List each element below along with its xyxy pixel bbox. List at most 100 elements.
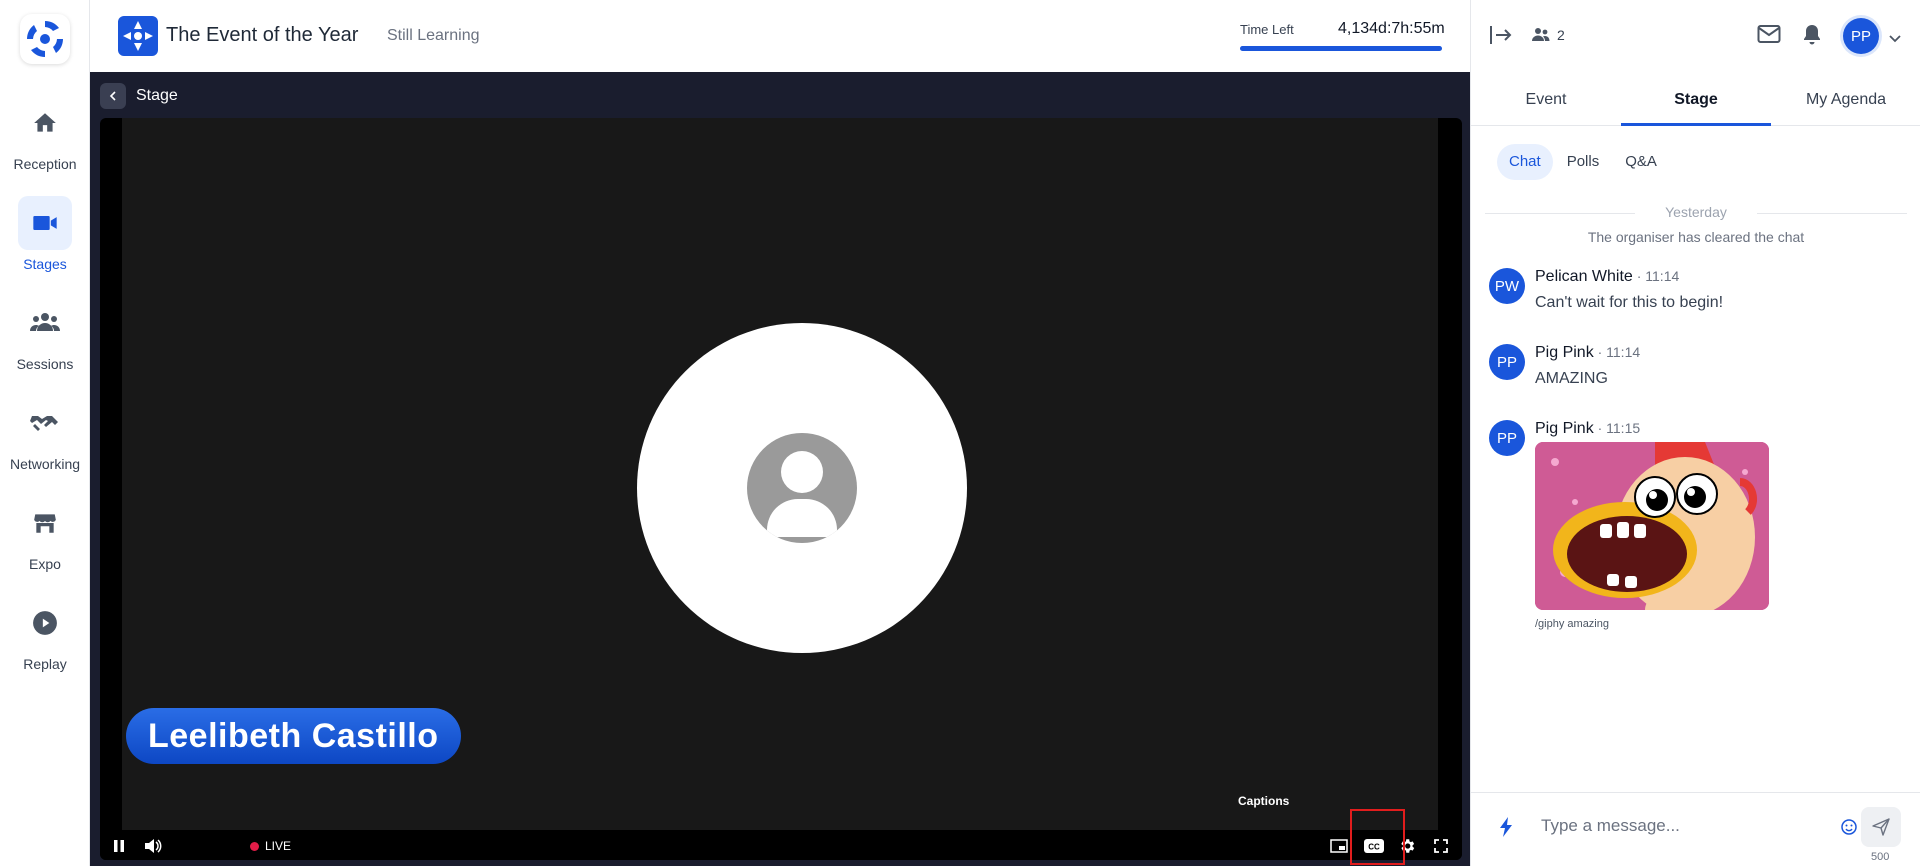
message-author[interactable]: Pig Pink	[1535, 420, 1594, 437]
volume-button[interactable]	[142, 835, 164, 857]
fullscreen-button[interactable]	[1430, 835, 1452, 857]
nav-label: Expo	[29, 556, 61, 572]
message-header: Pig Pink · 11:14	[1535, 344, 1640, 362]
message-input[interactable]	[1541, 811, 1841, 841]
picture-in-picture-button[interactable]	[1328, 835, 1350, 857]
right-panel: 2 PP Event Stage My Agenda Chat Polls Q&…	[1470, 0, 1920, 866]
system-message: The organiser has cleared the chat	[1587, 229, 1805, 245]
gif-image[interactable]	[1535, 442, 1769, 610]
time-left-progress-fill	[1240, 46, 1442, 51]
handshake-icon	[30, 416, 58, 431]
gif-caption: /giphy amazing	[1535, 618, 1609, 630]
logo-icon	[27, 21, 63, 57]
account-menu-button[interactable]	[1889, 30, 1901, 48]
home-icon	[34, 113, 56, 132]
stage-title: Stage	[136, 87, 178, 104]
nav-label: Replay	[23, 656, 67, 672]
captions-tooltip: Captions	[1238, 794, 1290, 808]
lightning-icon	[1500, 817, 1512, 837]
left-nav: Reception Stages Sessions Networking Exp…	[0, 0, 90, 866]
video-controls: LIVE CC	[100, 830, 1462, 860]
video-player[interactable]: Leelibeth Castillo LIVE CC	[100, 118, 1462, 860]
tab-stage[interactable]: Stage	[1621, 78, 1771, 126]
cartoon-gif-illustration	[1535, 442, 1769, 610]
smiley-icon	[1841, 819, 1857, 835]
play-circle-icon	[33, 611, 57, 635]
event-title: The Event of the Year	[166, 24, 359, 46]
message-author[interactable]: Pig Pink	[1535, 344, 1594, 361]
live-dot	[250, 841, 259, 851]
bell-icon	[1804, 25, 1820, 45]
stage-header: Stage	[100, 82, 178, 110]
nav-item-stages[interactable]: Stages	[0, 196, 90, 272]
pause-button[interactable]	[108, 835, 130, 857]
nav-label: Networking	[9, 456, 81, 472]
speaker-name-tag: Leelibeth Castillo	[126, 708, 461, 764]
message-time: · 11:15	[1593, 420, 1641, 436]
quick-actions-button[interactable]	[1499, 817, 1513, 842]
right-panel-topbar: 2 PP	[1471, 0, 1920, 72]
day-separator: Yesterday	[1485, 204, 1907, 222]
send-icon	[1872, 818, 1890, 836]
inbox-button[interactable]	[1757, 24, 1781, 49]
mail-icon	[1757, 25, 1781, 43]
nav-label: Reception	[13, 156, 77, 172]
message-composer: 500	[1471, 792, 1920, 866]
pause-icon	[114, 840, 124, 852]
time-left-value: 4,134d:7h:55m	[1338, 20, 1445, 37]
live-indicator: LIVE	[250, 839, 291, 853]
back-button[interactable]	[100, 83, 126, 109]
message-text: Can't wait for this to begin!	[1535, 294, 1724, 311]
picture-in-picture-icon	[1330, 839, 1348, 853]
nav-item-replay[interactable]: Replay	[0, 596, 90, 672]
nav-item-reception[interactable]: Reception	[0, 96, 90, 172]
message-text: AMAZING	[1535, 370, 1608, 387]
store-icon	[34, 514, 56, 533]
attendee-count[interactable]: 2	[1531, 27, 1565, 43]
subtab-polls[interactable]: Polls	[1555, 144, 1612, 180]
app-logo[interactable]	[20, 14, 70, 64]
people-icon	[30, 313, 60, 331]
character-count: 500	[1871, 851, 1890, 863]
message-time: · 11:14	[1593, 344, 1641, 360]
collapse-panel-button[interactable]	[1489, 24, 1513, 51]
app-root: Reception Stages Sessions Networking Exp…	[0, 0, 1920, 866]
chat-subtabs: Chat Polls Q&A	[1497, 144, 1671, 180]
message-avatar[interactable]: PP	[1489, 420, 1525, 456]
message-avatar[interactable]: PW	[1489, 268, 1525, 304]
tab-event[interactable]: Event	[1471, 78, 1621, 126]
event-logo-icon	[118, 16, 158, 56]
nav-item-sessions[interactable]: Sessions	[0, 296, 90, 372]
send-button[interactable]	[1861, 807, 1901, 847]
speaker-name: Leelibeth Castillo	[148, 716, 439, 755]
time-left-progress	[1240, 46, 1442, 51]
subtab-chat[interactable]: Chat	[1497, 144, 1553, 180]
attendee-count-value: 2	[1557, 27, 1565, 43]
event-subtitle: Still Learning	[387, 27, 480, 44]
user-initials: PP	[1850, 27, 1871, 45]
captions-highlight-box	[1350, 809, 1405, 865]
tab-my-agenda[interactable]: My Agenda	[1771, 78, 1920, 126]
exit-arrow-icon	[1490, 26, 1512, 44]
message-author[interactable]: Pelican White	[1535, 268, 1633, 285]
message-header: Pig Pink · 11:15	[1535, 420, 1640, 438]
message-avatar[interactable]: PP	[1489, 344, 1525, 380]
subtab-qa[interactable]: Q&A	[1613, 144, 1669, 180]
message-header: Pelican White · 11:14	[1535, 268, 1679, 286]
notifications-button[interactable]	[1802, 24, 1822, 51]
nav-item-expo[interactable]: Expo	[0, 496, 90, 572]
fullscreen-icon	[1434, 839, 1448, 853]
speaker-avatar	[637, 323, 967, 653]
time-left-label: Time Left	[1240, 22, 1294, 37]
message-time: · 11:14	[1632, 268, 1680, 284]
volume-icon	[145, 839, 162, 853]
event-header: The Event of the Year Still Learning Tim…	[90, 0, 1470, 72]
right-panel-tabs: Event Stage My Agenda	[1471, 78, 1920, 126]
user-avatar[interactable]: PP	[1843, 18, 1879, 54]
emoji-button[interactable]	[1841, 819, 1857, 840]
nav-item-networking[interactable]: Networking	[0, 396, 90, 472]
nav-label: Stages	[23, 256, 67, 272]
video-camera-icon	[33, 216, 57, 230]
chevron-left-icon	[109, 91, 116, 101]
live-label: LIVE	[265, 839, 292, 853]
